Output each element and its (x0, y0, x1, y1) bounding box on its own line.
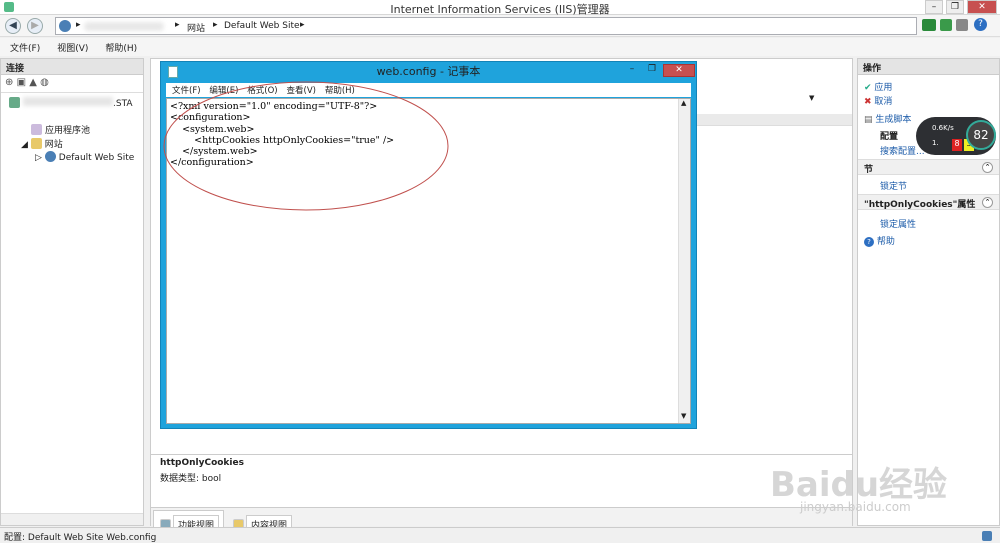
menu-help[interactable]: 帮助(H) (95, 38, 144, 54)
tree-server-node[interactable]: .STA (9, 97, 133, 109)
help-icon: ? (864, 237, 874, 247)
help-label: 帮助 (876, 237, 895, 247)
connections-title: 连接 (1, 59, 143, 75)
address-bar: ◀ ▶ ▸ ▸ 网站 ▸ Default Web Site ▸ ? (0, 15, 1000, 37)
title-bar: Internet Information Services (IIS)管理器 –… (0, 0, 1000, 16)
notepad-minimize-button[interactable]: – (622, 64, 642, 77)
actions-title: 操作 (858, 59, 999, 75)
chevron-right-icon: ▸ (213, 20, 218, 30)
annotation-ellipse (163, 81, 449, 211)
close-button[interactable]: ✕ (967, 0, 997, 14)
scroll-up-icon[interactable]: ▲ (681, 99, 686, 107)
property-section-header: "httpOnlyCookies"属性 ⌃ (858, 194, 999, 210)
expand-icon[interactable]: ◢ (21, 140, 28, 150)
menu-bar: 文件(F) 视图(V) 帮助(H) (0, 38, 1000, 56)
config-heading: 配置 (880, 132, 899, 142)
network-icon (982, 531, 992, 541)
cpu-percent: 82 (973, 128, 989, 142)
server-suffix: .STA (113, 99, 133, 109)
download-speed: 1. (932, 139, 939, 147)
apply-label: 应用 (874, 83, 893, 93)
property-name: httpOnlyCookies (160, 458, 244, 468)
server-icon (9, 97, 20, 108)
notepad-text-area[interactable]: <?xml version="1.0" encoding="UTF-8"?> <… (163, 81, 691, 424)
minimize-button[interactable]: – (925, 0, 943, 14)
stop-icon[interactable] (940, 19, 952, 31)
apply-icon: ✔ (864, 83, 872, 93)
generate-script-action[interactable]: ▤ 生成脚本 (864, 112, 911, 125)
connections-pane: 连接 ⊕ ▣ ▲ ◍ .STA 应用程序池 ◢ 网站 ▷ Default Web… (0, 58, 144, 526)
baidu-watermark: Baidu经验 (770, 465, 948, 505)
breadcrumb-default-site[interactable]: Default Web Site (224, 21, 300, 31)
annotation-ellipse-shape (163, 81, 449, 211)
folder-icon (30, 138, 42, 149)
property-section-title: "httpOnlyCookies"属性 (864, 200, 976, 210)
up-icon[interactable]: ▲ (29, 77, 37, 88)
save-icon[interactable]: ▣ (17, 77, 26, 88)
property-info: httpOnlyCookies 数据类型: bool (151, 454, 852, 496)
script-icon: ▤ (864, 115, 873, 125)
tree-sites[interactable]: ◢ 网站 (21, 137, 63, 150)
globe-icon[interactable]: ◍ (40, 77, 49, 88)
status-bar: 配置: Default Web Site Web.config (0, 527, 1000, 543)
chevron-right-icon: ▸ (76, 20, 81, 30)
lock-section-action[interactable]: 锁定节 (880, 179, 907, 192)
breadcrumb-sites[interactable]: 网站 (187, 21, 205, 34)
collapse-icon[interactable]: ⌃ (982, 162, 993, 173)
gen-script-label: 生成脚本 (875, 115, 912, 125)
network-speed-widget[interactable]: 0.6K/s 1. 8 3 82 (916, 117, 996, 155)
address-field[interactable]: ▸ ▸ 网站 ▸ Default Web Site ▸ (55, 17, 917, 35)
tree-label-app-pools: 应用程序池 (45, 126, 91, 136)
blurred-server (23, 97, 113, 106)
home-icon[interactable] (956, 19, 968, 31)
watermark-url: jingyan.baidu.com (800, 500, 911, 514)
refresh-icon[interactable] (922, 19, 936, 31)
collapse-icon[interactable]: ▷ (35, 153, 42, 163)
chevron-right-icon: ▸ (175, 20, 180, 30)
maximize-button[interactable]: ❐ (946, 0, 964, 14)
tree-label-sites: 网站 (44, 140, 63, 150)
app-pool-icon (31, 124, 42, 135)
connections-toolbar: ⊕ ▣ ▲ ◍ (1, 75, 143, 93)
badge-red: 8 (952, 139, 962, 151)
upload-speed: 0.6K/s (932, 124, 954, 132)
collapse-icon[interactable]: ⌃ (982, 197, 993, 208)
globe-icon (44, 151, 56, 162)
connect-icon[interactable]: ⊕ (5, 77, 13, 88)
view-tabs: 功能视图 内容视图 (151, 507, 852, 537)
tree-label-default-site: Default Web Site (58, 153, 135, 163)
cpu-gauge: 82 (966, 120, 996, 150)
section-title: 节 (864, 165, 874, 175)
status-text: 配置: Default Web Site Web.config (4, 533, 157, 543)
help-icon[interactable]: ? (974, 18, 987, 31)
notepad-close-button[interactable]: ✕ (663, 64, 695, 77)
scroll-down-icon[interactable]: ▼ (681, 412, 686, 420)
back-button[interactable]: ◀ (5, 18, 21, 34)
chevron-right-icon: ▸ (300, 20, 305, 30)
forward-button[interactable]: ▶ (27, 18, 43, 34)
property-type: 数据类型: bool (160, 474, 222, 484)
help-action[interactable]: ? 帮助 (864, 234, 895, 247)
horizontal-scrollbar[interactable] (1, 513, 143, 525)
notepad-window[interactable]: web.config - 记事本 – ❐ ✕ 文件(F) 编辑(E) 格式(O)… (160, 61, 697, 429)
feature-header-stripe (691, 114, 852, 126)
cancel-action[interactable]: ✖ 取消 (864, 94, 892, 107)
cancel-label: 取消 (874, 97, 893, 107)
globe-icon (59, 20, 71, 32)
blurred-server-name (84, 22, 164, 31)
menu-file[interactable]: 文件(F) (0, 38, 47, 54)
dropdown-arrow-icon[interactable]: ▼ (809, 94, 814, 102)
tree-app-pools[interactable]: 应用程序池 (31, 123, 90, 136)
vertical-scrollbar[interactable]: ▲ ▼ (678, 99, 690, 423)
apply-action[interactable]: ✔ 应用 (864, 80, 892, 93)
cancel-icon: ✖ (864, 97, 872, 107)
notepad-maximize-button[interactable]: ❐ (642, 64, 662, 77)
section-header: 节 ⌃ (858, 159, 999, 175)
lock-attribute-action[interactable]: 锁定属性 (880, 217, 916, 230)
menu-view[interactable]: 视图(V) (47, 38, 95, 54)
tree-default-web-site[interactable]: ▷ Default Web Site (35, 151, 134, 163)
